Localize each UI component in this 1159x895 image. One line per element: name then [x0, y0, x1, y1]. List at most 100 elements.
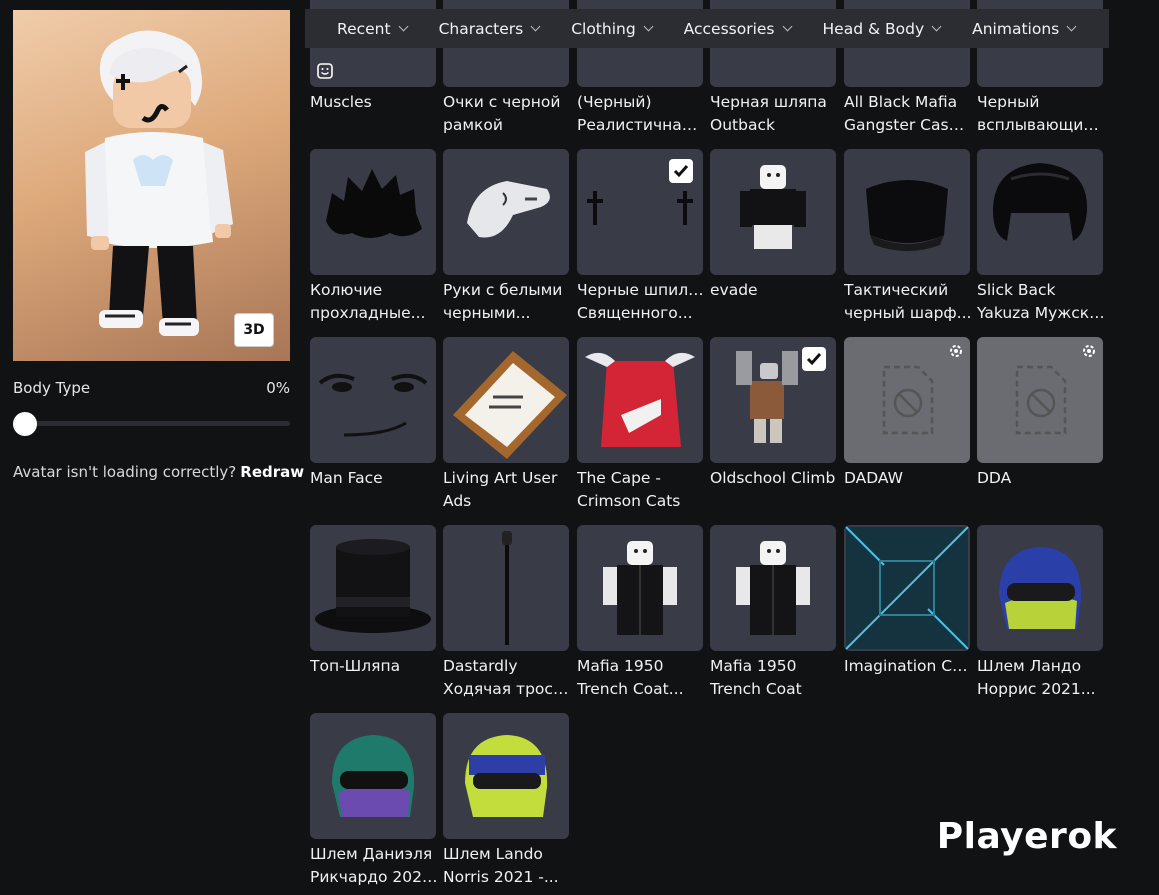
- item-name-line2: Norris 2021 -...: [443, 868, 559, 886]
- item-name-line1: Колючие: [310, 281, 383, 299]
- item-name[interactable]: Очки с черной рамкой: [443, 91, 571, 137]
- item-tile[interactable]: [710, 149, 836, 275]
- item-name[interactable]: Черные шпильки Священного...: [577, 279, 705, 325]
- item-name-line1: Шлем Lando: [443, 845, 543, 863]
- item-name[interactable]: The Cape - Crimson Cats: [577, 467, 705, 513]
- item-name-line2: черный шарф...: [844, 304, 972, 322]
- item-tile[interactable]: [710, 525, 836, 651]
- body-type-value: 0%: [266, 379, 290, 397]
- item-name-line1: Черная шляпа: [710, 93, 827, 111]
- item-name[interactable]: Man Face: [310, 467, 438, 490]
- avatar-preview[interactable]: 3D: [13, 10, 290, 361]
- man-face-icon: [318, 373, 428, 437]
- item-name-line1: The Cape -: [577, 469, 661, 487]
- evade-outfit-icon: [740, 165, 806, 249]
- gear-icon[interactable]: [1081, 343, 1097, 359]
- item-tile[interactable]: [443, 337, 569, 463]
- slider-knob[interactable]: [13, 412, 37, 436]
- tab-characters[interactable]: Characters: [407, 20, 541, 38]
- item-name-line2: прохладные...: [310, 304, 426, 322]
- item-name-line1: Очки с черной: [443, 93, 561, 111]
- item-name[interactable]: Шлем Ландо Норрис 2021...: [977, 655, 1105, 701]
- item-name[interactable]: Dastardly Ходячая трость: [443, 655, 571, 701]
- item-name[interactable]: Slick Back Yakuza Мужски...: [977, 279, 1105, 325]
- item-name[interactable]: DADAW: [844, 467, 972, 490]
- item-tile[interactable]: [844, 149, 970, 275]
- item-name-line2: Ads: [443, 492, 472, 510]
- item-tile[interactable]: [977, 149, 1103, 275]
- item-name-line1: Черные шпильки: [577, 281, 705, 299]
- tab-accessories[interactable]: Accessories: [652, 20, 792, 38]
- item-name-line2: Реалистичная...: [577, 116, 705, 134]
- item-tile[interactable]: [443, 713, 569, 839]
- item-name-line2: черными...: [443, 304, 531, 322]
- tab-clothing[interactable]: Clothing: [539, 19, 654, 38]
- item-name-line1: Руки с белыми: [443, 281, 563, 299]
- item-tile[interactable]: [310, 149, 436, 275]
- tab-head-body[interactable]: Head & Body: [791, 20, 942, 38]
- item-name-line1: Living Art User: [443, 469, 558, 487]
- item-name[interactable]: Living Art User Ads: [443, 467, 571, 513]
- item-tile[interactable]: [577, 149, 703, 275]
- tab-recent[interactable]: Recent: [305, 19, 409, 38]
- item-name-line2: Yakuza Мужски...: [977, 304, 1105, 322]
- item-name[interactable]: Черная шляпа Outback: [710, 91, 838, 137]
- top-hat-icon: [315, 539, 431, 633]
- white-gloves-icon: [467, 181, 550, 238]
- item-name-line1: Man Face: [310, 469, 383, 487]
- item-name-line2: Рикчардо 2021...: [310, 868, 438, 886]
- item-name[interactable]: Руки с белыми черными...: [443, 279, 571, 325]
- item-tile[interactable]: [977, 337, 1103, 463]
- item-tile[interactable]: [443, 149, 569, 275]
- item-name[interactable]: Шлем Lando Norris 2021 -...: [443, 843, 571, 889]
- item-tile[interactable]: [844, 525, 970, 651]
- body-type-label: Body Type: [13, 379, 91, 397]
- tab-label: Animations: [972, 19, 1060, 38]
- tab-label: Clothing: [571, 19, 636, 38]
- item-name[interactable]: (Черный) Реалистичная...: [577, 91, 705, 137]
- item-name-line1: Mafia 1950: [710, 657, 797, 675]
- body-type-slider[interactable]: [13, 411, 290, 436]
- item-tile[interactable]: [310, 337, 436, 463]
- item-name[interactable]: Mafia 1950 Trench Coat: [710, 655, 838, 701]
- item-name-line1: DDA: [977, 469, 1012, 487]
- view-3d-button[interactable]: 3D: [234, 313, 274, 347]
- redraw-link[interactable]: Redraw: [240, 463, 304, 481]
- gear-icon[interactable]: [948, 343, 964, 359]
- tab-label: Recent: [337, 19, 391, 38]
- item-name-line1: Imagination Core: [844, 657, 972, 675]
- item-name-line1: Черный: [977, 93, 1040, 111]
- item-tile[interactable]: [844, 337, 970, 463]
- item-tile[interactable]: [977, 525, 1103, 651]
- item-name[interactable]: Черный всплывающий...: [977, 91, 1105, 137]
- item-name[interactable]: Mafia 1950 Trench Coat...: [577, 655, 705, 701]
- item-tile[interactable]: [577, 525, 703, 651]
- item-name[interactable]: Шлем Даниэля Рикчардо 2021...: [310, 843, 438, 889]
- item-tile[interactable]: [310, 713, 436, 839]
- item-name[interactable]: Imagination Core: [844, 655, 972, 678]
- checkmark-icon[interactable]: [669, 159, 693, 183]
- item-name-line1: Топ-Шляпа: [310, 657, 401, 675]
- item-tile[interactable]: [310, 525, 436, 651]
- slider-track[interactable]: [13, 421, 290, 426]
- item-tile[interactable]: [710, 337, 836, 463]
- item-name[interactable]: DDA: [977, 467, 1105, 490]
- item-name-line2: Outback: [710, 116, 775, 134]
- item-name-line1: Mafia 1950: [577, 657, 664, 675]
- item-name[interactable]: Oldschool Climb: [710, 467, 838, 490]
- checkmark-icon[interactable]: [802, 347, 826, 371]
- item-name-line1: DADAW: [844, 469, 904, 487]
- item-name[interactable]: All Black Mafia Gangster Casua...: [844, 91, 972, 137]
- item-tile[interactable]: [443, 525, 569, 651]
- tab-animations[interactable]: Animations: [940, 19, 1077, 38]
- avatar-figure-icon: [85, 30, 233, 336]
- item-name-line1: Oldschool Climb: [710, 469, 836, 487]
- item-name[interactable]: evade: [710, 279, 838, 302]
- item-tile[interactable]: [577, 337, 703, 463]
- item-name-line1: All Black Mafia: [844, 93, 958, 111]
- item-name-line2: Священного...: [577, 304, 693, 322]
- item-name[interactable]: Колючие прохладные...: [310, 279, 438, 325]
- item-name[interactable]: Тактический черный шарф...: [844, 279, 972, 325]
- item-name[interactable]: Muscles: [310, 91, 438, 114]
- item-name[interactable]: Топ-Шляпа: [310, 655, 438, 678]
